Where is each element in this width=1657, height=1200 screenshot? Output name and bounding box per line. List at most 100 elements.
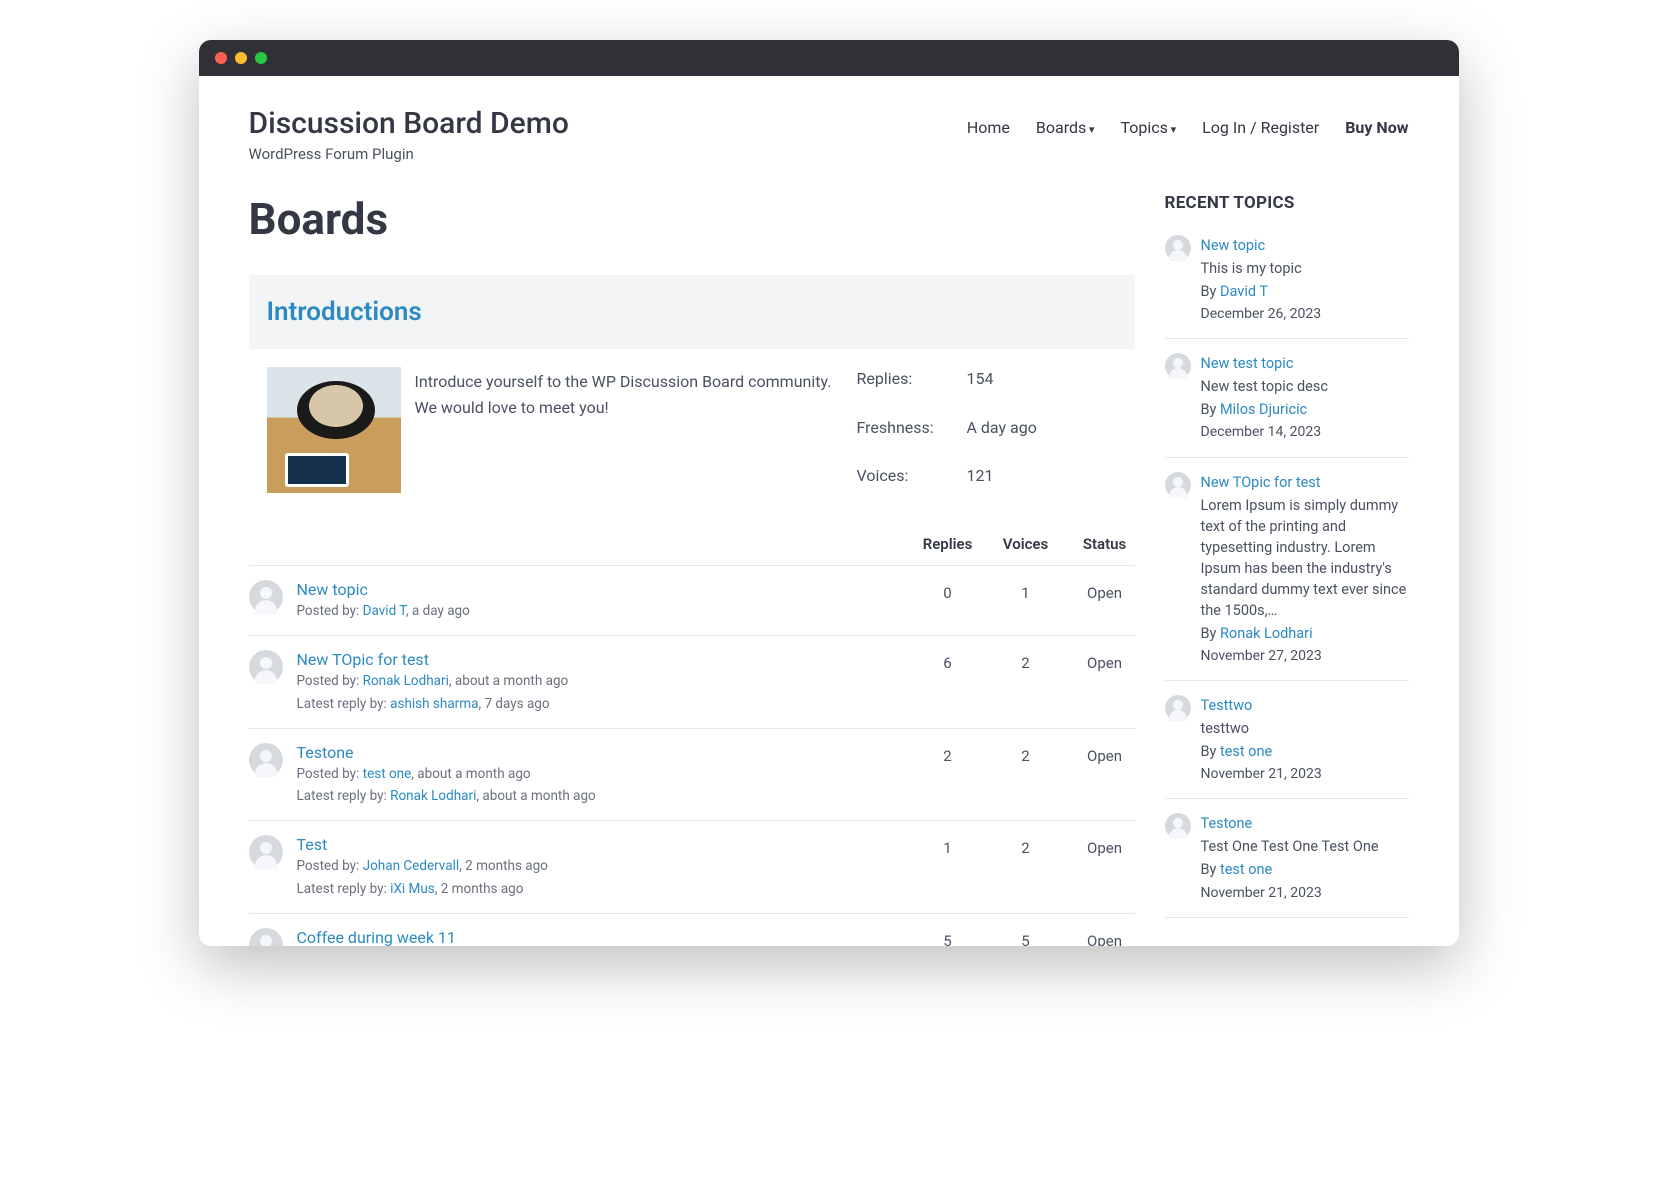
recent-topic-title-link[interactable]: New topic bbox=[1201, 237, 1266, 254]
recent-topic-author-link[interactable]: David T bbox=[1220, 283, 1268, 300]
board-title-link[interactable]: Introductions bbox=[267, 297, 422, 327]
avatar-icon bbox=[1165, 353, 1191, 379]
topic-author-link[interactable]: David T bbox=[363, 603, 406, 619]
avatar-icon bbox=[1165, 813, 1191, 839]
topic-posted-by: Posted by: test one, about a month ago bbox=[297, 764, 905, 784]
page-title: Boards bbox=[249, 193, 1135, 245]
col-header-voices: Voices bbox=[997, 535, 1055, 553]
recent-topic-item: New TOpic for test Lorem Ipsum is simply… bbox=[1165, 458, 1409, 681]
stat-label-freshness: Freshness: bbox=[857, 418, 967, 445]
board-description: Introduce yourself to the WP Discussion … bbox=[415, 367, 843, 493]
topic-replies: 5 bbox=[919, 932, 977, 946]
avatar-icon bbox=[249, 650, 283, 684]
nav-topics[interactable]: Topics bbox=[1121, 118, 1177, 137]
topic-title-link[interactable]: New topic bbox=[297, 580, 368, 599]
recent-topic-by: By David T bbox=[1201, 281, 1409, 302]
topic-reply-author-link[interactable]: iXi Mus bbox=[390, 881, 435, 897]
topic-voices: 2 bbox=[997, 839, 1055, 857]
col-header-replies: Replies bbox=[919, 535, 977, 553]
avatar-icon bbox=[1165, 472, 1191, 498]
recent-topic-item: New topic This is my topic By David T De… bbox=[1165, 235, 1409, 339]
col-header-status: Status bbox=[1075, 535, 1135, 553]
nav-buy-now[interactable]: Buy Now bbox=[1345, 118, 1408, 137]
recent-topic-title-link[interactable]: Testone bbox=[1201, 815, 1253, 832]
recent-topic-author-link[interactable]: test one bbox=[1220, 861, 1272, 878]
topic-author-link[interactable]: Ronak Lodhari bbox=[363, 673, 449, 689]
recent-topic-title-link[interactable]: New test topic bbox=[1201, 355, 1294, 372]
recent-topic-title-link[interactable]: Testtwo bbox=[1201, 697, 1253, 714]
close-window-button[interactable] bbox=[215, 52, 227, 64]
avatar-icon bbox=[249, 928, 283, 946]
avatar-icon bbox=[1165, 695, 1191, 721]
topic-title-link[interactable]: New TOpic for test bbox=[297, 650, 429, 669]
topic-reply-author-link[interactable]: ashish sharma bbox=[390, 696, 478, 712]
site-title: Discussion Board Demo bbox=[249, 106, 569, 141]
recent-topic-desc: Test One Test One Test One bbox=[1201, 836, 1409, 857]
stat-value-voices: 121 bbox=[967, 466, 1117, 493]
widget-title-recent-topics: RECENT TOPICS bbox=[1165, 193, 1409, 213]
topic-author-link[interactable]: Johan Cedervall bbox=[363, 858, 460, 874]
topic-row: Coffee during week 11 5 5 Open bbox=[249, 914, 1135, 946]
topic-latest-reply: Latest reply by: iXi Mus, 2 months ago bbox=[297, 879, 905, 899]
recent-topic-desc: New test topic desc bbox=[1201, 376, 1409, 397]
topic-status: Open bbox=[1075, 584, 1135, 602]
recent-topic-by: By test one bbox=[1201, 859, 1409, 880]
recent-topic-date: December 14, 2023 bbox=[1201, 422, 1409, 442]
recent-topic-date: December 26, 2023 bbox=[1201, 304, 1409, 324]
topic-voices: 2 bbox=[997, 654, 1055, 672]
recent-topic-desc: This is my topic bbox=[1201, 258, 1409, 279]
topic-latest-reply: Latest reply by: ashish sharma, 7 days a… bbox=[297, 694, 905, 714]
topic-reply-author-link[interactable]: Ronak Lodhari bbox=[390, 788, 476, 804]
recent-topic-date: November 21, 2023 bbox=[1201, 883, 1409, 903]
topics-column-header: Replies Voices Status bbox=[249, 523, 1135, 566]
avatar-icon bbox=[249, 580, 283, 614]
topic-posted-by: Posted by: David T, a day ago bbox=[297, 601, 905, 621]
avatar-icon bbox=[1165, 235, 1191, 261]
avatar-icon bbox=[249, 835, 283, 869]
board-header: Introductions bbox=[249, 275, 1135, 349]
stat-label-voices: Voices: bbox=[857, 466, 967, 493]
main-nav: Home Boards Topics Log In / Register Buy… bbox=[967, 106, 1409, 137]
recent-topic-date: November 21, 2023 bbox=[1201, 764, 1409, 784]
topic-posted-by: Posted by: Johan Cedervall, 2 months ago bbox=[297, 856, 905, 876]
minimize-window-button[interactable] bbox=[235, 52, 247, 64]
topic-row: Test Posted by: Johan Cedervall, 2 month… bbox=[249, 821, 1135, 914]
topic-replies: 2 bbox=[919, 747, 977, 765]
recent-topic-item: Testtwo testtwo By test one November 21,… bbox=[1165, 681, 1409, 799]
recent-topic-author-link[interactable]: Ronak Lodhari bbox=[1220, 625, 1313, 642]
topic-title-link[interactable]: Testone bbox=[297, 743, 354, 762]
topic-voices: 2 bbox=[997, 747, 1055, 765]
topic-status: Open bbox=[1075, 839, 1135, 857]
topic-author-link[interactable]: test one bbox=[363, 766, 412, 782]
recent-topic-by: By test one bbox=[1201, 741, 1409, 762]
recent-topic-author-link[interactable]: test one bbox=[1220, 743, 1272, 760]
topic-voices: 1 bbox=[997, 584, 1055, 602]
recent-topic-by: By Milos Djuricic bbox=[1201, 399, 1409, 420]
topic-title-link[interactable]: Test bbox=[297, 835, 328, 854]
topic-voices: 5 bbox=[997, 932, 1055, 946]
recent-topic-desc: Lorem Ipsum is simply dummy text of the … bbox=[1201, 495, 1409, 621]
nav-login[interactable]: Log In / Register bbox=[1202, 118, 1319, 137]
recent-topic-title-link[interactable]: New TOpic for test bbox=[1201, 474, 1321, 491]
topic-replies: 0 bbox=[919, 584, 977, 602]
board-thumbnail bbox=[267, 367, 401, 493]
nav-home[interactable]: Home bbox=[967, 118, 1010, 137]
topic-title-link[interactable]: Coffee during week 11 bbox=[297, 928, 456, 946]
window-titlebar bbox=[199, 40, 1459, 76]
maximize-window-button[interactable] bbox=[255, 52, 267, 64]
topic-status: Open bbox=[1075, 747, 1135, 765]
topic-row: New TOpic for test Posted by: Ronak Lodh… bbox=[249, 636, 1135, 729]
recent-topic-item: New test topic New test topic desc By Mi… bbox=[1165, 339, 1409, 457]
stat-label-replies: Replies: bbox=[857, 369, 967, 396]
recent-topic-by: By Ronak Lodhari bbox=[1201, 623, 1409, 644]
topic-replies: 1 bbox=[919, 839, 977, 857]
board-stats: Replies: 154 Freshness: A day ago Voices… bbox=[857, 367, 1117, 493]
topic-posted-by: Posted by: Ronak Lodhari, about a month … bbox=[297, 671, 905, 691]
topic-latest-reply: Latest reply by: Ronak Lodhari, about a … bbox=[297, 786, 905, 806]
stat-value-replies: 154 bbox=[967, 369, 1117, 396]
nav-boards[interactable]: Boards bbox=[1036, 118, 1095, 137]
recent-topic-author-link[interactable]: Milos Djuricic bbox=[1220, 401, 1307, 418]
recent-topic-date: November 27, 2023 bbox=[1201, 646, 1409, 666]
topic-row: New topic Posted by: David T, a day ago … bbox=[249, 566, 1135, 636]
recent-topic-item: Testone Test One Test One Test One By te… bbox=[1165, 799, 1409, 917]
